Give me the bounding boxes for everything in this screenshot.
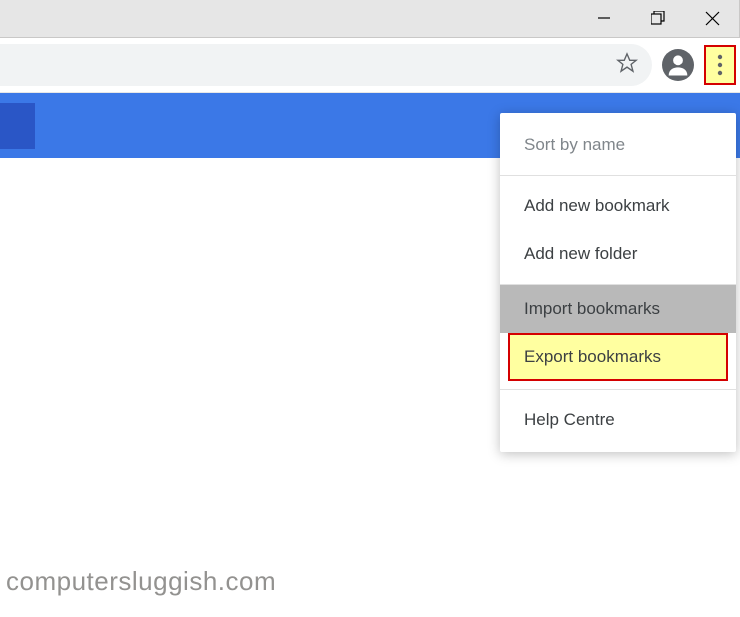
browser-toolbar (0, 38, 740, 93)
kebab-menu-button[interactable] (704, 45, 736, 85)
profile-avatar-icon[interactable] (662, 49, 694, 81)
close-button[interactable] (685, 0, 739, 36)
maximize-button[interactable] (631, 0, 685, 36)
menu-item-add-new-folder[interactable]: Add new folder (500, 230, 736, 278)
bookmarks-selected-block (0, 103, 35, 149)
address-bar[interactable] (0, 44, 652, 86)
watermark: computersluggish.com (6, 566, 276, 597)
menu-item-export-bookmarks[interactable]: Export bookmarks (508, 333, 728, 381)
menu-item-add-new-bookmark[interactable]: Add new bookmark (500, 182, 736, 230)
bookmark-star-icon[interactable] (616, 52, 638, 79)
menu-item-help-centre[interactable]: Help Centre (500, 396, 736, 444)
menu-item-sort-by-name[interactable]: Sort by name (500, 121, 736, 169)
minimize-button[interactable] (577, 0, 631, 36)
bookmarks-dropdown-menu: Sort by name Add new bookmark Add new fo… (500, 113, 736, 452)
menu-item-import-bookmarks[interactable]: Import bookmarks (500, 285, 736, 333)
window-controls (577, 0, 739, 36)
window-titlebar (0, 0, 740, 38)
